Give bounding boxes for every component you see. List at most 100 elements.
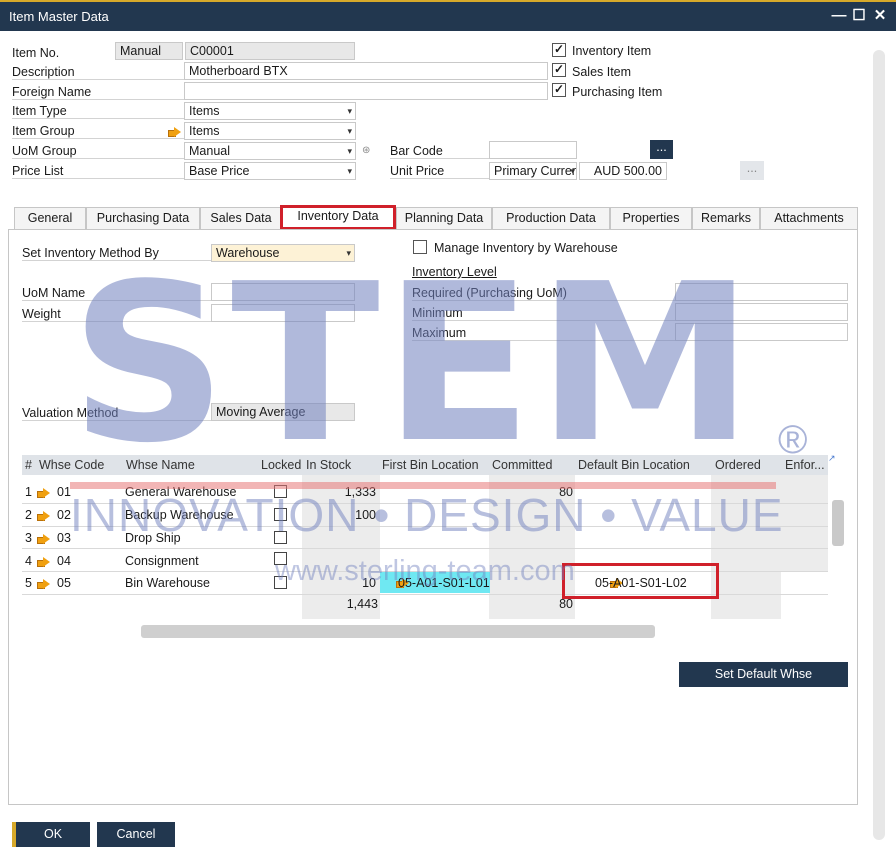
set-default-whse-button[interactable]: Set Default Whse	[679, 662, 848, 687]
currency-dropdown[interactable]: Primary Curren ▾	[489, 162, 577, 180]
committed-total: 80	[559, 597, 573, 611]
cancel-button[interactable]: Cancel	[97, 822, 175, 847]
col-header-whse-name[interactable]: Whse Name	[126, 455, 256, 475]
link-arrow-icon[interactable]	[37, 557, 50, 567]
inventory-level-heading: Inventory Level	[412, 265, 497, 279]
tab-planning-data[interactable]: Planning Data	[396, 207, 492, 230]
whse-code: 04	[57, 554, 71, 568]
whse-name: Bin Warehouse	[125, 576, 210, 590]
required-field[interactable]	[675, 283, 848, 301]
tab-purchasing-data[interactable]: Purchasing Data	[86, 207, 200, 230]
minimum-label: Minimum	[412, 306, 676, 321]
maximum-field[interactable]	[675, 323, 848, 341]
foreign-name-field[interactable]	[184, 82, 548, 100]
item-type-value: Items	[189, 104, 220, 118]
inventory-method-label: Set Inventory Method By	[22, 246, 212, 261]
in-stock-value: 1,333	[344, 485, 376, 499]
info-icon[interactable]: ⊛	[362, 145, 370, 156]
chevron-down-icon: ▾	[347, 146, 352, 156]
weight-field[interactable]	[211, 304, 355, 322]
description-field[interactable]: Motherboard BTX	[184, 62, 548, 80]
valuation-method-field[interactable]: Moving Average	[211, 403, 355, 421]
row-number: 2	[25, 508, 32, 522]
col-header-committed[interactable]: Committed	[492, 455, 574, 475]
inventory-method-value: Warehouse	[216, 246, 280, 260]
tab-attachments[interactable]: Attachments	[760, 207, 858, 230]
barcode-label: Bar Code	[390, 144, 490, 159]
inventory-item-checkbox[interactable]: ✓	[552, 43, 566, 57]
minimum-field[interactable]	[675, 303, 848, 321]
manage-by-warehouse-label: Manage Inventory by Warehouse	[434, 241, 618, 255]
table-row[interactable]: 1 01 General Warehouse 1,333 80	[22, 481, 828, 499]
tab-general[interactable]: General	[14, 207, 86, 230]
unit-price-field[interactable]: AUD 500.00	[579, 162, 667, 180]
col-header-default-bin[interactable]: Default Bin Location	[578, 455, 710, 475]
link-arrow-icon[interactable]	[37, 488, 50, 498]
in-stock-total: 1,443	[346, 597, 378, 611]
manage-by-warehouse-checkbox[interactable]	[413, 240, 427, 254]
col-header-whse-code[interactable]: Whse Code	[39, 455, 121, 475]
whse-code: 01	[57, 485, 71, 499]
vertical-scrollbar[interactable]	[873, 50, 885, 840]
table-row[interactable]: 4 04 Consignment	[22, 550, 828, 568]
ordered-column-bg	[711, 475, 781, 619]
item-no-field[interactable]: C00001	[185, 42, 355, 60]
col-header-enforced[interactable]: Enfor...	[785, 455, 827, 475]
link-arrow-icon[interactable]	[168, 127, 181, 137]
barcode-browse-button[interactable]: ...	[650, 140, 673, 159]
item-type-dropdown[interactable]: Items ▾	[184, 102, 356, 120]
chevron-down-icon: ▾	[570, 166, 575, 176]
ok-button[interactable]: OK	[12, 822, 90, 847]
locked-checkbox[interactable]	[274, 485, 287, 498]
chevron-down-icon: ▾	[347, 126, 352, 136]
grid-vertical-scrollbar[interactable]	[832, 500, 844, 546]
item-group-value: Items	[189, 124, 220, 138]
tab-remarks[interactable]: Remarks	[692, 207, 760, 230]
foreign-name-label: Foreign Name	[12, 85, 184, 100]
uom-group-dropdown[interactable]: Manual ▾	[184, 142, 356, 160]
item-no-label: Item No.	[12, 46, 60, 60]
table-row[interactable]: 3 03 Drop Ship	[22, 527, 828, 545]
uom-group-value: Manual	[189, 144, 230, 158]
minimize-icon[interactable]: —	[831, 7, 847, 25]
link-arrow-icon[interactable]	[37, 534, 50, 544]
uom-group-label: UoM Group	[12, 144, 184, 159]
sales-item-checkbox[interactable]: ✓	[552, 63, 566, 77]
link-arrow-icon[interactable]	[37, 511, 50, 521]
col-header-ordered[interactable]: Ordered	[715, 455, 779, 475]
inventory-method-dropdown[interactable]: Warehouse ▾	[211, 244, 355, 262]
in-stock-value: 10	[362, 576, 376, 590]
tab-sales-data[interactable]: Sales Data	[200, 207, 282, 230]
item-group-dropdown[interactable]: Items ▾	[184, 122, 356, 140]
item-group-label: Item Group	[12, 124, 184, 139]
series-field[interactable]: Manual	[115, 42, 183, 60]
barcode-field[interactable]	[489, 141, 577, 159]
row-number: 3	[25, 531, 32, 545]
chevron-down-icon: ▾	[346, 248, 351, 258]
tab-inventory-data[interactable]: Inventory Data	[280, 205, 396, 230]
maximize-icon[interactable]: ☐	[851, 7, 867, 25]
col-header-in-stock[interactable]: In Stock	[306, 455, 378, 475]
tab-properties[interactable]: Properties	[610, 207, 692, 230]
title-bar: Item Master Data — ☐ ✕	[0, 0, 896, 31]
locked-checkbox[interactable]	[274, 552, 287, 565]
table-row[interactable]: 2 02 Backup Warehouse 100	[22, 504, 828, 522]
grid-horizontal-scrollbar[interactable]	[141, 625, 655, 638]
expand-icon[interactable]: ↗	[828, 453, 836, 464]
close-icon[interactable]: ✕	[872, 7, 888, 25]
whse-name: Consignment	[125, 554, 199, 568]
chevron-down-icon: ▾	[347, 106, 352, 116]
tab-production-data[interactable]: Production Data	[492, 207, 610, 230]
link-arrow-icon[interactable]	[37, 579, 50, 589]
uom-name-field[interactable]	[211, 283, 355, 301]
purchasing-item-checkbox[interactable]: ✓	[552, 83, 566, 97]
locked-checkbox[interactable]	[274, 576, 287, 589]
col-header-locked[interactable]: Locked	[261, 455, 303, 475]
locked-checkbox[interactable]	[274, 531, 287, 544]
price-browse-button[interactable]: ...	[740, 161, 764, 180]
inventory-item-label: Inventory Item	[572, 44, 652, 58]
price-list-dropdown[interactable]: Base Price ▾	[184, 162, 356, 180]
locked-checkbox[interactable]	[274, 508, 287, 521]
sales-item-label: Sales Item	[572, 65, 632, 79]
col-header-first-bin[interactable]: First Bin Location	[382, 455, 488, 475]
